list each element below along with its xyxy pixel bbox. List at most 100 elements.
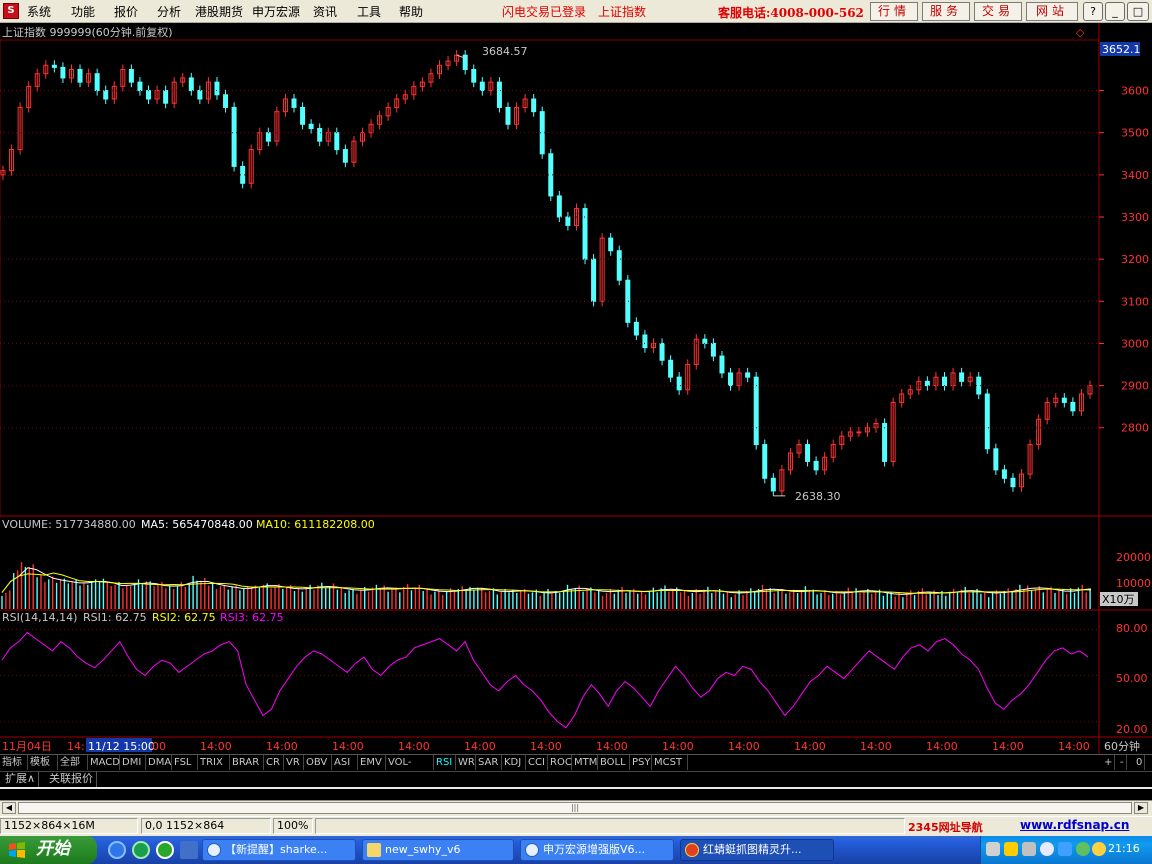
indicator-tab-asi[interactable]: ASI xyxy=(332,755,358,770)
menu-news[interactable]: 资讯 xyxy=(313,3,337,20)
task-swhy[interactable]: 申万宏源增强版V6... xyxy=(520,839,674,861)
indicator-tab-fsl[interactable]: FSL xyxy=(172,755,198,770)
indicator-tab-boll[interactable]: BOLL xyxy=(598,755,630,770)
rsi2-legend: RSI2: 62.75 xyxy=(152,611,216,624)
current-price-tag: 3652.1 xyxy=(1102,43,1141,56)
date-tick-label: 14:00 xyxy=(530,740,562,753)
refresh-quicklaunch-icon[interactable] xyxy=(156,841,174,859)
quote-button[interactable]: 行情 xyxy=(870,2,918,21)
indicator-tab-macd[interactable]: MACD xyxy=(88,755,120,770)
indicator-tab-vol-tdx[interactable]: VOL-TDX xyxy=(386,755,434,783)
expand-tab[interactable]: 扩展∧ xyxy=(2,771,40,787)
restore-button[interactable]: □ xyxy=(1127,2,1149,21)
help-window-button[interactable]: ? xyxy=(1083,2,1103,21)
candle-body xyxy=(710,342,716,357)
service-button[interactable]: 服务 xyxy=(922,2,970,21)
scroll-thumb[interactable]: ||| xyxy=(18,802,1132,814)
minimize-button[interactable]: _ xyxy=(1105,2,1125,21)
update-tray-icon[interactable] xyxy=(1092,842,1106,856)
clock: 21:16 xyxy=(1108,842,1140,855)
indicator-tab-dma[interactable]: DMA xyxy=(146,755,172,770)
indicator-tab-mtm[interactable]: MTM xyxy=(572,755,598,770)
period-label[interactable]: 60分钟 xyxy=(1104,739,1140,753)
candle-body xyxy=(163,90,169,104)
menu-hk-futures[interactable]: 港股期货 xyxy=(195,3,243,20)
reset-indicator-button[interactable]: 0 xyxy=(1134,755,1146,770)
trade-button[interactable]: 交易 xyxy=(974,2,1022,21)
scroll-right-arrow-icon[interactable]: ▶ xyxy=(1134,802,1148,814)
indicator-tab-obv[interactable]: OBV xyxy=(304,755,332,770)
scroll-left-arrow-icon[interactable]: ◀ xyxy=(2,802,16,814)
indicator-tab-wr[interactable]: WR xyxy=(456,755,476,770)
website-button[interactable]: 网站 xyxy=(1026,2,1078,21)
volume-axis-label: 20000 xyxy=(1116,551,1151,564)
indicator-tab-指标[interactable]: 指标 xyxy=(0,755,28,770)
indicator-tab-psy[interactable]: PSY xyxy=(630,755,652,770)
qq-tray-icon[interactable] xyxy=(1058,842,1072,856)
indicator-tab-trix[interactable]: TRIX xyxy=(198,755,230,770)
candle-body xyxy=(924,380,930,387)
menu-help[interactable]: 帮助 xyxy=(399,3,423,20)
remove-indicator-button[interactable]: - xyxy=(1118,755,1127,770)
indicator-tab-rsi[interactable]: RSI xyxy=(434,755,456,770)
candle-body xyxy=(984,393,990,450)
indicator-tab-mcst[interactable]: MCST xyxy=(652,755,688,770)
menu-quote[interactable]: 报价 xyxy=(114,3,138,20)
rsi-axis-label: 50.00 xyxy=(1116,672,1148,685)
cursor-date: 11/12 15:00 xyxy=(88,740,155,753)
related-quote-tab[interactable]: 关联报价 xyxy=(46,771,97,787)
menu-swhy[interactable]: 申万宏源 xyxy=(252,3,300,20)
indicator-tab-vr[interactable]: VR xyxy=(284,755,304,770)
shield-tray-icon[interactable] xyxy=(1040,842,1054,856)
indicator-tab-模板[interactable]: 模板 xyxy=(28,755,58,770)
flash-trade-status[interactable]: 闪电交易已登录 xyxy=(502,3,586,20)
indicator-tab-kdj[interactable]: KDJ xyxy=(502,755,526,770)
diamond-icon[interactable]: ◇ xyxy=(1076,26,1085,39)
network-tray-icon[interactable] xyxy=(1004,842,1018,856)
kline-chart[interactable]: 上证指数 999999(60分钟.前复权) 3652.1 ◇ 3684.57 2… xyxy=(0,23,1152,754)
ie-icon xyxy=(207,843,221,857)
indicator-tab-roc[interactable]: ROC xyxy=(548,755,572,770)
volume-tray-icon[interactable] xyxy=(1022,842,1036,856)
candle-body xyxy=(479,81,485,92)
indicator-tab-dmi[interactable]: DMI xyxy=(120,755,146,770)
task-folder[interactable]: new_swhy_v6 xyxy=(362,839,514,861)
desktop-quicklaunch-icon[interactable] xyxy=(180,841,198,859)
menu-analysis[interactable]: 分析 xyxy=(157,3,181,20)
candle-body xyxy=(146,90,152,100)
candle-body xyxy=(265,132,271,142)
index-link[interactable]: 上证指数 xyxy=(598,3,646,20)
candle-body xyxy=(762,444,768,479)
menu-function[interactable]: 功能 xyxy=(71,3,95,20)
candle-body xyxy=(941,376,947,387)
menu-tools[interactable]: 工具 xyxy=(357,3,381,20)
candle-body xyxy=(659,342,665,361)
price-panel-border xyxy=(0,39,1100,517)
indicator-tab-cci[interactable]: CCI xyxy=(526,755,548,770)
indicator-tab-全部[interactable]: 全部 xyxy=(58,755,88,770)
monitor-tray-icon[interactable] xyxy=(986,842,1000,856)
url-link[interactable]: www.rdfsnap.cn xyxy=(1020,818,1129,832)
app-logo-icon[interactable]: S xyxy=(3,3,19,19)
task-sharke[interactable]: 【新提醒】sharke... xyxy=(202,839,356,861)
menu-system[interactable]: 系统 xyxy=(27,3,51,20)
price-axis-label: 2900 xyxy=(1121,380,1149,393)
add-indicator-button[interactable]: + xyxy=(1102,755,1116,770)
security-tray-icon[interactable] xyxy=(1076,842,1090,856)
task-snap[interactable]: 红蜻蜓抓图精灵升... xyxy=(680,839,834,861)
candle-body xyxy=(770,477,776,492)
chart-title: 上证指数 999999(60分钟.前复权) xyxy=(2,25,173,39)
indicator-tab-cr[interactable]: CR xyxy=(264,755,284,770)
rsi-legend: RSI(14,14,14) xyxy=(2,611,77,624)
candle-body xyxy=(1001,469,1007,479)
indicator-tab-brar[interactable]: BRAR xyxy=(230,755,264,770)
nav-site-link[interactable]: 2345网址导航 xyxy=(908,819,983,835)
indicator-tab-sar[interactable]: SAR xyxy=(476,755,502,770)
task-label: new_swhy_v6 xyxy=(385,843,461,856)
browser-quicklaunch-icon[interactable] xyxy=(132,841,150,859)
candle-body xyxy=(214,81,220,96)
price-axis-label: 3600 xyxy=(1121,85,1149,98)
indicator-tab-emv[interactable]: EMV xyxy=(358,755,386,770)
ie-quicklaunch-icon[interactable] xyxy=(108,841,126,859)
price-axis-label: 3200 xyxy=(1121,253,1149,266)
